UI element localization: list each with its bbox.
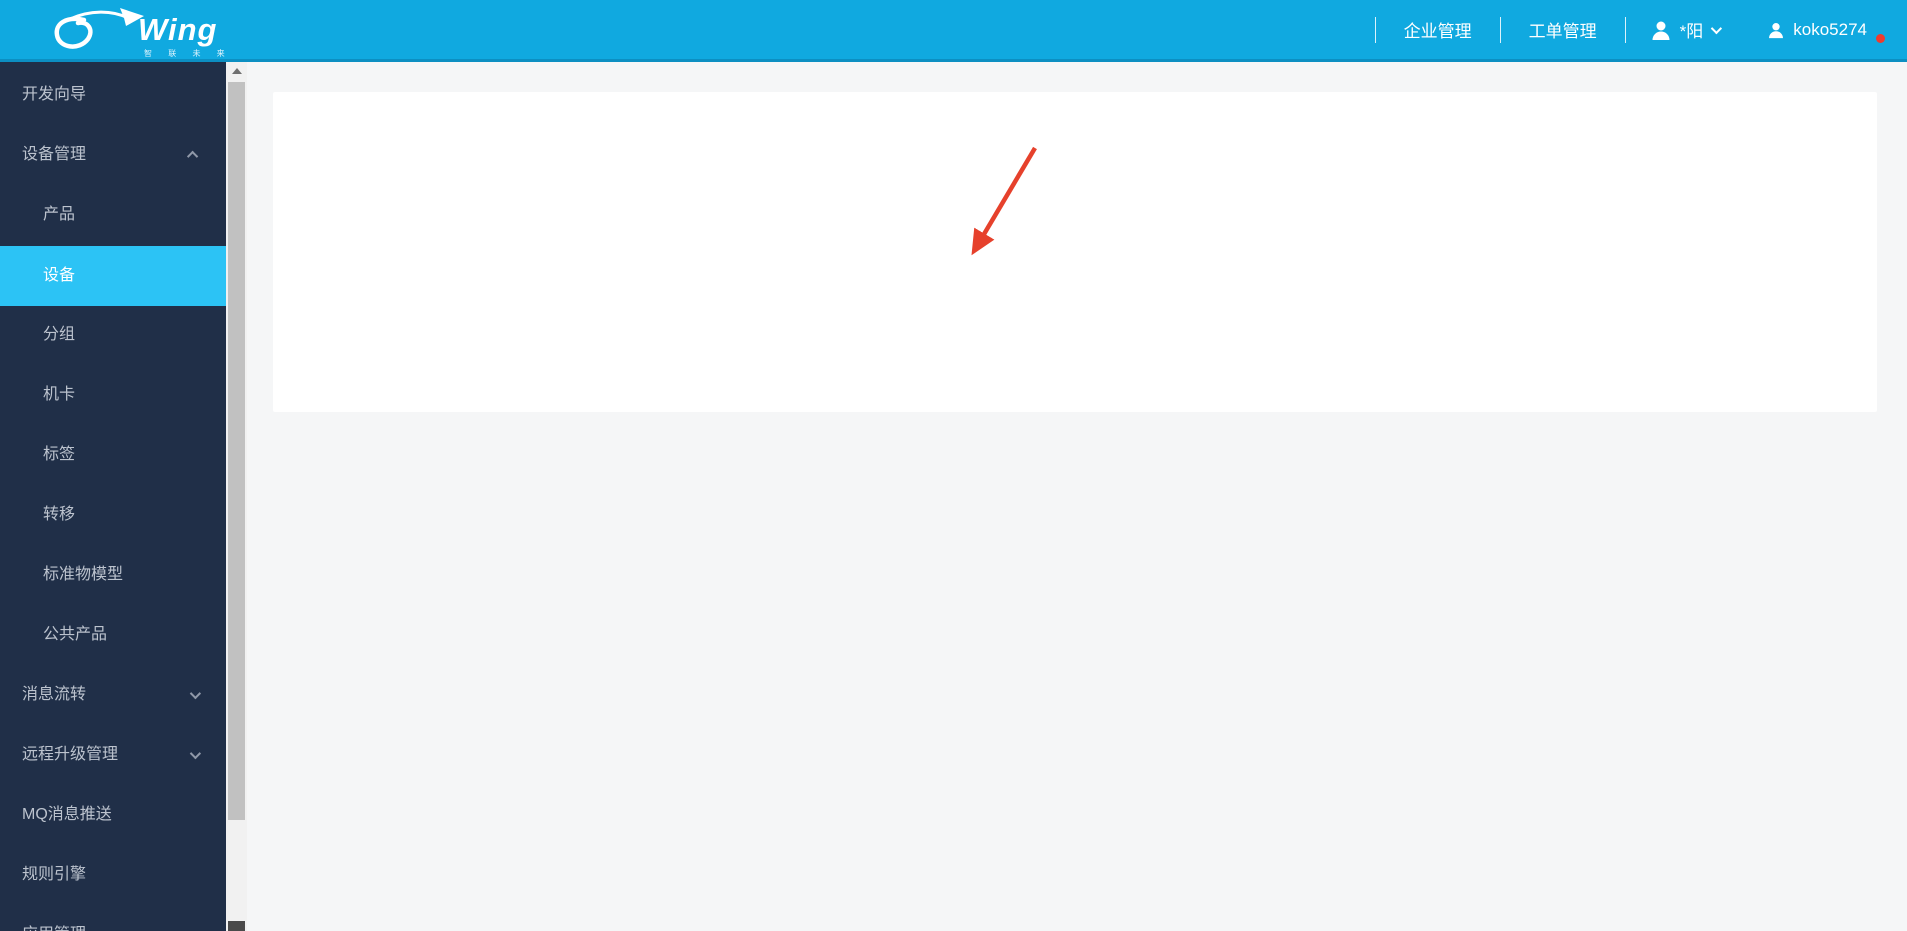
scrollbar-up-icon xyxy=(231,68,242,74)
app-header: Wing 智 联 未 来 企业管理 工单管理 *阳 koko5274 xyxy=(0,0,1907,62)
sidebar-item-sim-card[interactable]: 机卡 xyxy=(0,365,226,425)
notification-dot xyxy=(1876,33,1885,43)
sidebar-menu: 开发向导 设备管理 产品 设备 分组 机卡 标签 转移 标准物模型 公共产品 消… xyxy=(0,62,226,931)
device-management-page: Wing 智 联 未 来 企业管理 工单管理 *阳 koko5274 开发向导 … xyxy=(0,0,1907,931)
device-list-panel xyxy=(273,92,1877,412)
nav-work-order-management[interactable]: 工单管理 xyxy=(1501,17,1625,42)
sidebar-item-product[interactable]: 产品 xyxy=(0,185,226,245)
sidebar-item-public-product[interactable]: 公共产品 xyxy=(0,605,226,665)
top-navigation: 企业管理 工单管理 *阳 koko5274 xyxy=(1374,0,1907,59)
sidebar-item-device[interactable]: 设备 xyxy=(0,246,226,306)
scrollbar-up-button[interactable] xyxy=(226,62,247,80)
sidebar-item-transfer[interactable]: 转移 xyxy=(0,485,226,545)
brand-tagline: 智 联 未 来 xyxy=(144,49,232,58)
user-icon xyxy=(1652,21,1670,40)
brand-logo[interactable]: Wing 智 联 未 来 xyxy=(50,4,270,60)
chevron-down-icon xyxy=(189,747,202,760)
sidebar-item-tag[interactable]: 标签 xyxy=(0,425,226,485)
paper-plane-logo-icon xyxy=(54,8,144,49)
sidebar-item-rule-engine[interactable]: 规则引擎 xyxy=(0,845,226,905)
scrollbar-down-button[interactable] xyxy=(228,921,245,931)
sidebar-item-app-management[interactable]: 应用管理 xyxy=(0,905,226,931)
account-username: koko5274 xyxy=(1793,19,1867,39)
user-icon xyxy=(1769,22,1784,38)
sidebar-item-dev-wizard[interactable]: 开发向导 xyxy=(0,65,226,125)
enterprise-user-menu[interactable]: *阳 xyxy=(1626,17,1744,42)
chevron-down-icon xyxy=(1711,22,1723,34)
sidebar-group-message-flow[interactable]: 消息流转 xyxy=(0,665,226,725)
sidebar-group-remote-upgrade[interactable]: 远程升级管理 xyxy=(0,725,226,785)
sidebar-scrollbar xyxy=(226,62,247,931)
sidebar-item-standard-thing-model[interactable]: 标准物模型 xyxy=(0,545,226,605)
chevron-up-icon xyxy=(186,150,199,163)
nav-enterprise-management[interactable]: 企业管理 xyxy=(1376,17,1500,42)
brand-name: Wing xyxy=(138,12,218,47)
sidebar-item-group[interactable]: 分组 xyxy=(0,305,226,365)
sidebar-item-mq-message-push[interactable]: MQ消息推送 xyxy=(0,785,226,845)
sidebar-group-device-management[interactable]: 设备管理 xyxy=(0,125,226,185)
chevron-down-icon xyxy=(189,687,202,700)
user-short-name: *阳 xyxy=(1679,22,1704,41)
account-menu[interactable]: koko5274 xyxy=(1743,19,1907,43)
scrollbar-thumb[interactable] xyxy=(228,82,245,820)
